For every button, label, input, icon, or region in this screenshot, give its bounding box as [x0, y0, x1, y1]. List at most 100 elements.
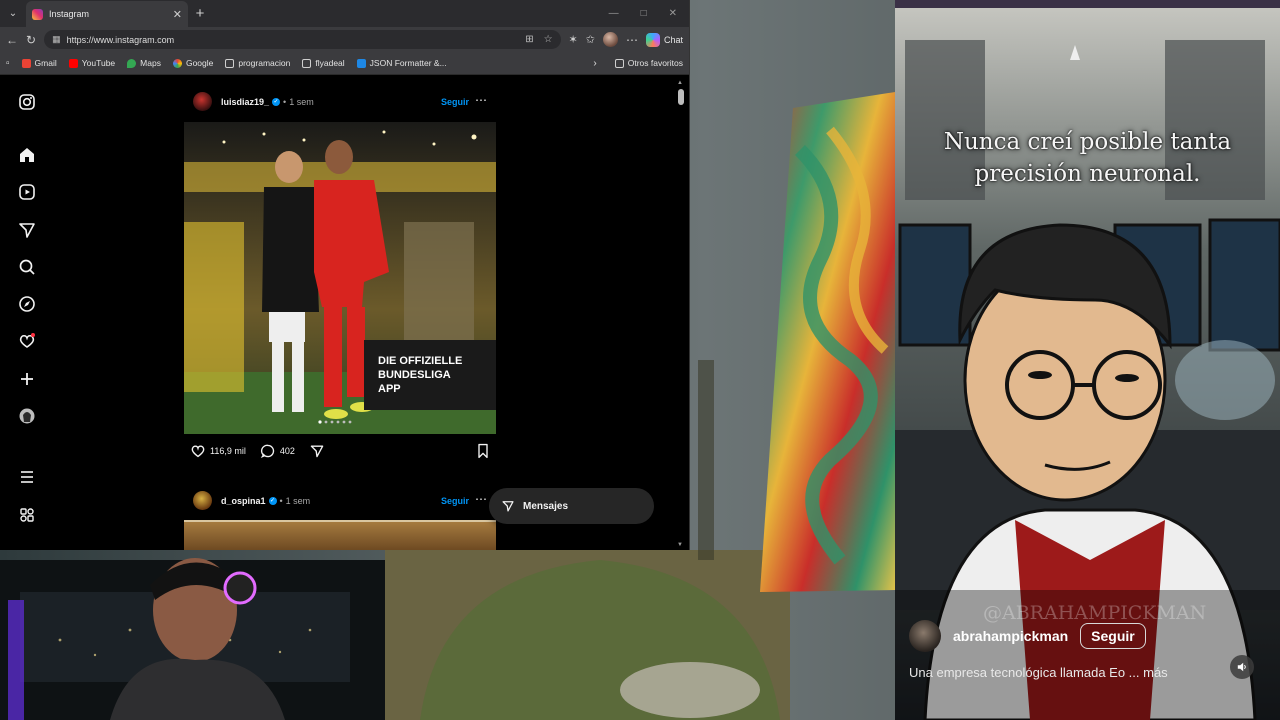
- bookmark-gmail[interactable]: Gmail: [21, 58, 57, 68]
- reel-username[interactable]: abrahampickman: [953, 628, 1068, 644]
- reel-video[interactable]: Nunca creí posible tanta precisión neuro…: [895, 0, 1280, 720]
- instagram-sidebar: [0, 75, 54, 550]
- bookmark-folder-flyadeal[interactable]: flyadeal: [302, 58, 345, 68]
- url-text[interactable]: https://www.instagram.com: [67, 35, 520, 45]
- share-icon[interactable]: [309, 443, 325, 459]
- post-header: d_ospina1 ✓ • 1 sem: [193, 491, 310, 510]
- favorites-icon[interactable]: ✩: [586, 33, 595, 46]
- reel-description[interactable]: Una empresa tecnológica llamada Eo ... m…: [909, 665, 1168, 680]
- messages-label: Mensajes: [523, 500, 569, 512]
- scrollbar-thumb[interactable]: [678, 89, 684, 105]
- maps-icon: [127, 58, 137, 68]
- reel-avatar[interactable]: [909, 620, 941, 652]
- tab-instagram[interactable]: Instagram ✕: [26, 1, 188, 27]
- reading-list-icon[interactable]: ▫: [6, 58, 10, 69]
- chat-button[interactable]: Chat: [645, 32, 683, 47]
- site-info-icon[interactable]: ▦: [52, 34, 61, 45]
- browser-window: ⌄ Instagram ✕ + — □ ✕ ← ↻ ▦ https://www.…: [0, 0, 690, 550]
- reel-caption: Nunca creí posible tanta precisión neuro…: [895, 126, 1280, 190]
- explore-icon[interactable]: [17, 294, 37, 314]
- speaker-icon: [1237, 662, 1246, 672]
- post-photo[interactable]: DIE OFFIZIELLE BUNDESLIGA APP: [184, 122, 496, 434]
- separator-dot: •: [279, 495, 283, 506]
- verified-icon: ✓: [272, 97, 281, 106]
- more-options-icon[interactable]: ⋯: [475, 492, 488, 506]
- refresh-icon[interactable]: ↻: [26, 33, 36, 47]
- bookmark-json-formatter[interactable]: JSON Formatter &...: [356, 58, 447, 68]
- comments-count: 402: [279, 446, 295, 456]
- bookmarks-bar: ▫ Gmail YouTube Maps Google programacion…: [0, 52, 689, 75]
- notifications-icon[interactable]: [17, 331, 37, 351]
- bookmark-google[interactable]: Google: [172, 58, 213, 68]
- post-avatar[interactable]: [193, 92, 212, 111]
- verified-icon: ✓: [268, 496, 277, 505]
- follow-button[interactable]: Seguir: [441, 97, 469, 107]
- scrollbar[interactable]: ▲ ▼: [677, 80, 684, 548]
- close-window-icon[interactable]: ✕: [669, 8, 677, 19]
- close-tab-icon[interactable]: ✕: [173, 8, 182, 21]
- caption-line-1: Nunca creí posible tanta: [943, 129, 1232, 155]
- home-icon[interactable]: [17, 145, 37, 165]
- threads-icon[interactable]: [17, 505, 37, 525]
- new-tab-button[interactable]: +: [188, 5, 212, 22]
- favorite-star-icon[interactable]: ☆: [544, 34, 553, 45]
- like-button[interactable]: 116,9 mil: [190, 444, 246, 458]
- follow-button[interactable]: Seguir: [441, 496, 469, 506]
- minimize-icon[interactable]: —: [609, 8, 619, 19]
- search-icon[interactable]: [17, 257, 37, 277]
- ad-line-2: BUNDESLIGA: [378, 369, 451, 381]
- google-icon: [172, 58, 182, 68]
- other-favorites-folder[interactable]: Otros favoritos: [614, 58, 683, 68]
- messages-button[interactable]: Mensajes: [489, 488, 654, 524]
- reel-follow-button[interactable]: Seguir: [1080, 623, 1146, 649]
- reels-icon[interactable]: [17, 182, 37, 202]
- chevron-right-icon[interactable]: ›: [593, 58, 596, 69]
- address-bar: ← ↻ ▦ https://www.instagram.com ⊞ ☆ ✶ ✩ …: [0, 27, 689, 52]
- bookmark-youtube[interactable]: YouTube: [68, 58, 115, 68]
- tab-title: Instagram: [49, 9, 90, 19]
- back-icon[interactable]: ←: [6, 33, 18, 47]
- instagram-page: luisdiaz19_ ✓ • 1 sem Seguir ⋯ DIE OFFIZ…: [0, 75, 689, 550]
- settings-more-icon[interactable]: ⋯: [626, 33, 638, 47]
- folder-icon: [614, 58, 624, 68]
- messages-icon[interactable]: [17, 220, 37, 240]
- post-actions: 116,9 mil 402: [190, 443, 490, 459]
- ad-line-3: APP: [378, 383, 401, 395]
- volume-button[interactable]: [1230, 655, 1254, 679]
- create-icon[interactable]: [17, 369, 37, 389]
- menu-icon[interactable]: [17, 467, 37, 487]
- copilot-icon: [645, 32, 660, 47]
- folder-icon: [302, 58, 312, 68]
- more-options-icon[interactable]: ⋯: [475, 93, 488, 107]
- post-time: 1 sem: [285, 495, 311, 506]
- app-available-icon[interactable]: ⊞: [525, 34, 533, 45]
- save-bookmark-icon[interactable]: [476, 443, 490, 459]
- post-avatar[interactable]: [193, 491, 212, 510]
- instagram-icon[interactable]: [17, 92, 37, 112]
- instagram-favicon: [32, 8, 43, 20]
- heart-icon: [191, 445, 205, 458]
- post-username[interactable]: d_ospina1: [221, 496, 266, 506]
- scroll-up-icon[interactable]: ▲: [677, 80, 683, 86]
- post-header: luisdiaz19_ ✓ • 1 sem: [193, 92, 314, 111]
- reel-author: abrahampickman Seguir: [909, 620, 1146, 652]
- chat-label: Chat: [663, 34, 683, 45]
- post-photo[interactable]: [184, 520, 496, 550]
- scroll-down-icon[interactable]: ▼: [677, 542, 683, 548]
- comment-button[interactable]: 402: [260, 443, 295, 459]
- ad-line-1: DIE OFFIZIELLE: [378, 355, 462, 367]
- tab-actions-icon[interactable]: ⌄: [0, 0, 26, 27]
- gmail-icon: [21, 58, 31, 68]
- url-field[interactable]: ▦ https://www.instagram.com ⊞ ☆: [44, 30, 561, 49]
- post-username[interactable]: luisdiaz19_: [221, 97, 269, 107]
- extensions-icon[interactable]: ✶: [569, 33, 578, 46]
- folder-icon: [225, 58, 235, 68]
- bookmark-folder-programacion[interactable]: programacion: [225, 58, 290, 68]
- messages-icon: [502, 501, 514, 512]
- profile-avatar[interactable]: [602, 32, 618, 47]
- bookmark-maps[interactable]: Maps: [127, 58, 161, 68]
- caption-line-2: precisión neuronal.: [974, 161, 1201, 187]
- maximize-icon[interactable]: □: [641, 8, 647, 19]
- post-time: 1 sem: [289, 96, 314, 107]
- profile-icon[interactable]: [17, 406, 37, 426]
